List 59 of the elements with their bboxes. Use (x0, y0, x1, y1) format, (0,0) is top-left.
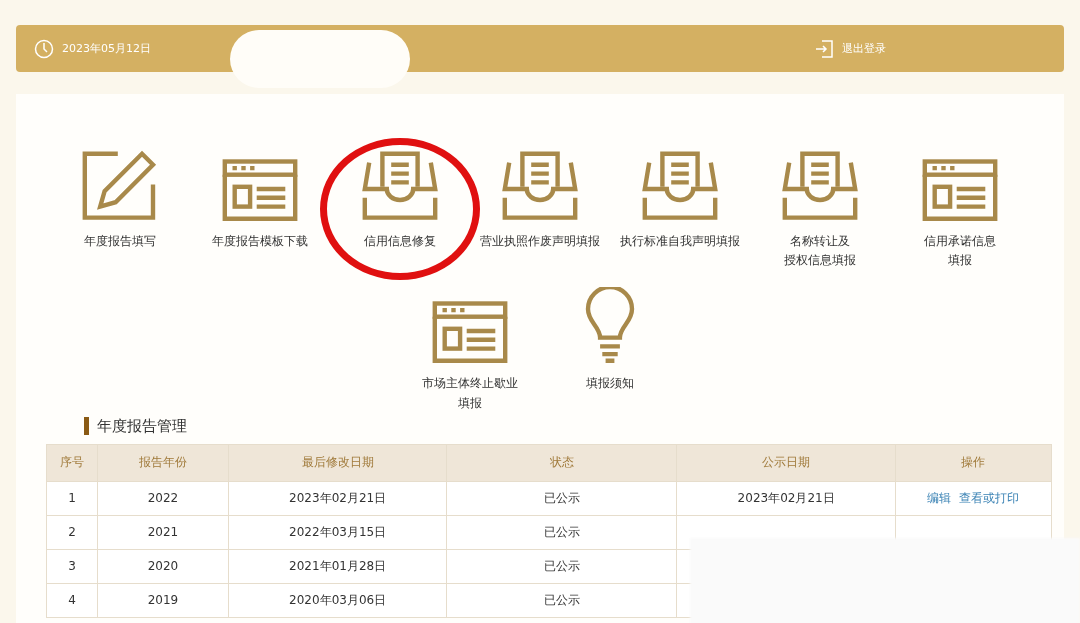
table-cell: 已公示 (446, 515, 677, 550)
column-header: 操作 (895, 444, 1052, 482)
table-cell: 4 (46, 583, 98, 618)
table-cell: 2022年03月15日 (228, 515, 447, 550)
table-cell: 2019 (97, 583, 229, 618)
table-cell: 2020 (97, 549, 229, 584)
tile-label: 信用承诺信息 (924, 233, 996, 250)
table-cell: 已公示 (446, 549, 677, 584)
table-cell: 2 (46, 515, 98, 550)
feature-tile[interactable]: 执行标准自我声明填报 (610, 146, 750, 275)
date-text: 2023年05月12日 (62, 41, 151, 56)
inbox-icon (360, 149, 440, 222)
column-header: 序号 (46, 444, 98, 482)
tile-label: 年度报告填写 (84, 233, 156, 250)
feature-tile[interactable]: 营业执照作废声明填报 (470, 146, 610, 275)
inbox-icon (780, 149, 860, 222)
table-cell: 2020年03月06日 (228, 583, 447, 618)
table-cell: 2021年01月28日 (228, 549, 447, 584)
tile-label: 市场主体终止歇业 (422, 375, 518, 393)
tile-label: 填报须知 (586, 375, 634, 393)
feature-tile[interactable]: 填报须知 (540, 288, 680, 417)
window-icon (431, 300, 509, 365)
tile-label: 年度报告模板下载 (212, 233, 308, 250)
window-icon (921, 158, 999, 222)
window-icon (221, 158, 299, 222)
table-cell: 2021 (97, 515, 229, 550)
feature-tile[interactable]: 年度报告模板下载 (190, 146, 330, 275)
feature-tile[interactable]: 市场主体终止歇业 填报 (400, 288, 540, 417)
tile-label: 填报 (948, 252, 972, 270)
tile-label: 授权信息填报 (784, 252, 856, 270)
table-cell: 已公示 (446, 583, 677, 618)
tile-label: 名称转让及 (790, 233, 850, 250)
column-header: 状态 (446, 444, 677, 482)
table-cell: 2022 (97, 481, 229, 516)
column-header: 最后修改日期 (228, 444, 447, 482)
clock-icon (34, 38, 54, 59)
feature-tile[interactable]: 名称转让及 授权信息填报 (750, 146, 890, 275)
table-cell: 已公示 (446, 481, 677, 516)
logout-icon[interactable] (814, 38, 834, 59)
feature-tile[interactable]: 年度报告填写 (50, 146, 190, 275)
inbox-icon (640, 149, 720, 222)
feature-tile[interactable]: 信用承诺信息 填报 (890, 146, 1030, 275)
table-cell: 1 (46, 481, 98, 516)
tile-label: 信用信息修复 (364, 233, 436, 250)
section-title: 年度报告管理 (97, 416, 187, 436)
table-cell: 2023年02月21日 (228, 481, 447, 516)
column-header: 公示日期 (676, 444, 896, 482)
lightbulb-icon (584, 287, 636, 365)
action-link[interactable]: 编辑 (927, 490, 952, 505)
feature-tile[interactable]: 信用信息修复 (330, 146, 470, 275)
tile-label: 执行标准自我声明填报 (620, 233, 740, 250)
tile-label: 营业执照作废声明填报 (480, 233, 600, 250)
inbox-icon (500, 149, 580, 222)
column-header: 报告年份 (97, 444, 229, 482)
table-cell: 2023年02月21日 (676, 481, 896, 516)
tile-label: 填报 (458, 394, 482, 412)
section-marker (84, 417, 89, 436)
action-link[interactable]: 查看或打印 (959, 490, 1020, 505)
table-cell: 3 (46, 549, 98, 584)
